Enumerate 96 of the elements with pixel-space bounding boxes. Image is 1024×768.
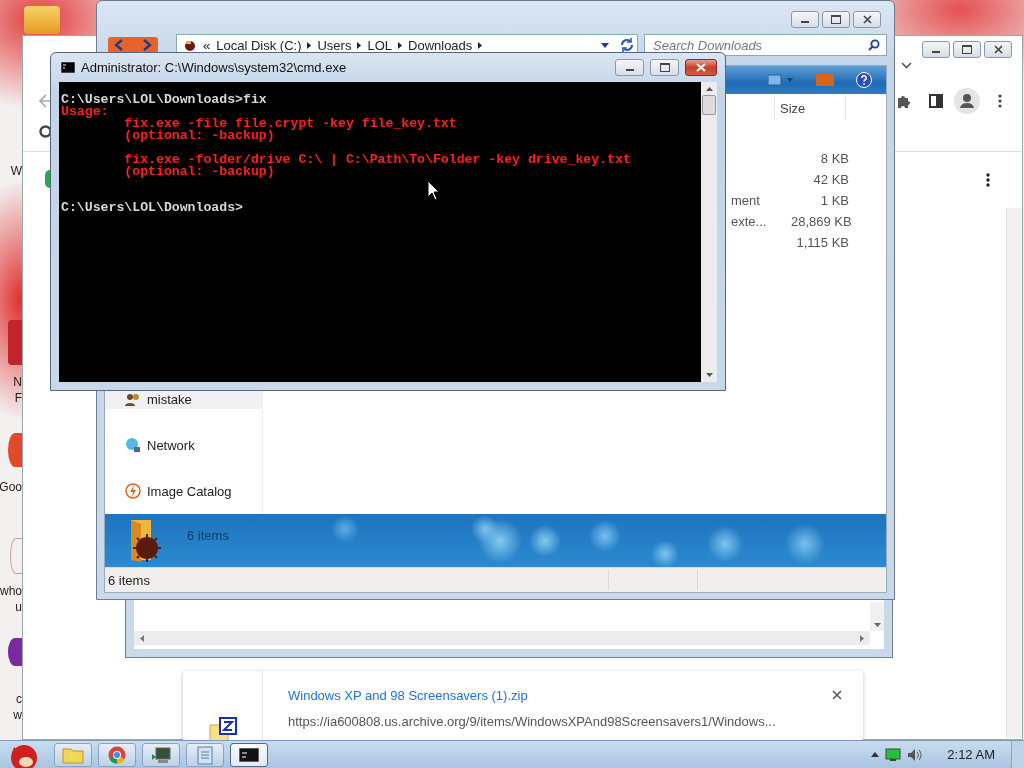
- chevron-down-icon[interactable]: [901, 62, 912, 69]
- desktop-icon-label[interactable]: Goo: [0, 480, 22, 494]
- nav-pane-item[interactable]: Image Catalog: [105, 481, 262, 501]
- close-icon[interactable]: [832, 690, 842, 700]
- scroll-down-arrow-icon[interactable]: [873, 623, 881, 627]
- clock[interactable]: 2:12 AM: [947, 747, 995, 762]
- desktop-icon[interactable]: [8, 433, 22, 467]
- chevron-right-icon[interactable]: [398, 41, 402, 49]
- close-icon: [862, 15, 872, 24]
- console-icon: [239, 747, 259, 762]
- desktop-icon-label[interactable]: who: [0, 584, 22, 598]
- vertical-scrollbar[interactable]: [870, 602, 884, 631]
- scroll-left-arrow-icon[interactable]: [140, 634, 144, 642]
- close-button[interactable]: [685, 59, 717, 76]
- desktop-icon-label[interactable]: N: [13, 375, 22, 389]
- user-icon: [125, 392, 141, 406]
- notepad-icon: [197, 744, 213, 765]
- console-line: C:\Users\LOL\Downloads>: [61, 200, 244, 215]
- download-url: https://ia600808.us.archive.org/9/items/WindowsXPAnd98Screensavers1/Windows...: [288, 714, 776, 729]
- monitor-icon[interactable]: [885, 747, 902, 762]
- column-header[interactable]: Size: [775, 97, 847, 119]
- scroll-up-arrow-icon[interactable]: [705, 87, 713, 91]
- size-cell-text: 1,115 KB: [795, 235, 849, 250]
- maximize-button[interactable]: [650, 59, 679, 76]
- chevron-right-icon[interactable]: [478, 41, 483, 49]
- size-cell-text: 1 KB: [819, 193, 849, 208]
- size-cell-text: 42 KB: [812, 172, 849, 187]
- help-icon[interactable]: [856, 72, 872, 88]
- desktop-icon-label[interactable]: w: [13, 708, 22, 722]
- folder-icon: [62, 745, 84, 764]
- type-cell-text: ment: [731, 193, 761, 208]
- search-field[interactable]: Search Downloads: [644, 34, 887, 56]
- desktop-icon-label[interactable]: F: [14, 391, 22, 405]
- desktop-icon-label[interactable]: c: [16, 692, 22, 706]
- minimize-button[interactable]: [791, 11, 819, 28]
- scroll-down-arrow-icon[interactable]: [705, 373, 713, 377]
- dropdown-arrow-icon[interactable]: [601, 42, 609, 48]
- console-line: fix.exe -folder/drive C:\ | C:\Path\To\Folder -key drive_key.txt: [123, 152, 631, 167]
- size-cell: 28,869 KB: [791, 214, 849, 229]
- close-button[interactable]: [984, 41, 1012, 58]
- puzzle-icon[interactable]: [896, 93, 912, 109]
- desktop-icon[interactable]: [8, 638, 22, 666]
- lightning-icon: [125, 483, 141, 499]
- horizontal-scrollbar[interactable]: [134, 631, 870, 645]
- size-cell-text: 8 KB: [819, 151, 849, 166]
- chevron-right-icon[interactable]: [307, 41, 312, 49]
- sidebar-icon[interactable]: [929, 94, 943, 108]
- taskbar-button[interactable]: [142, 742, 180, 767]
- item-count: 6 items: [187, 528, 229, 543]
- window-title: Administrator: C:\Windows\system32\cmd.exe: [81, 60, 347, 75]
- close-icon: [993, 45, 1003, 54]
- maximize-button[interactable]: [822, 11, 850, 28]
- globe-icon: [125, 437, 141, 453]
- console-line: Usage:: [61, 104, 109, 119]
- close-button[interactable]: [853, 11, 881, 28]
- browser-icon: [108, 745, 126, 764]
- speaker-icon[interactable]: [907, 747, 924, 762]
- scroll-right-arrow-icon[interactable]: [860, 634, 864, 642]
- scroll-thumb[interactable]: [702, 95, 716, 115]
- menu-icon[interactable]: [998, 94, 1002, 108]
- console-icon: [61, 62, 75, 73]
- profile-icon[interactable]: [954, 88, 980, 114]
- search-icon[interactable]: [868, 39, 880, 51]
- status-text: 6 items: [108, 572, 150, 588]
- breadcrumb-item[interactable]: Downloads: [408, 37, 473, 53]
- back-forward-buttons[interactable]: [108, 37, 158, 53]
- mouse-cursor-icon: [427, 180, 440, 201]
- folder-icon: [183, 38, 197, 52]
- maximize-button[interactable]: [953, 41, 981, 58]
- reload-icon[interactable]: [39, 125, 52, 138]
- more-icon[interactable]: [986, 173, 990, 187]
- chevron-right-icon[interactable]: [357, 41, 362, 49]
- breadcrumb-item[interactable]: «: [203, 37, 211, 53]
- console-line: (optional: -backup): [123, 164, 275, 179]
- type-cell-text: exte...: [731, 214, 768, 229]
- view-icon[interactable]: [768, 73, 794, 87]
- monitor-icon: [150, 745, 172, 764]
- minimize-button[interactable]: [922, 41, 950, 58]
- minimize-button[interactable]: [615, 59, 644, 76]
- taskbar-button[interactable]: [230, 742, 268, 767]
- console-line: fix.exe -file file.crypt -key file_key.txt: [123, 116, 457, 131]
- console-line: (optional: -backup): [123, 128, 275, 143]
- breadcrumb-item[interactable]: LOL: [367, 37, 392, 53]
- desktop-icon-label[interactable]: W: [10, 164, 22, 178]
- console-line: C:\Users\LOL\Downloads>fix: [61, 92, 267, 107]
- nav-pane-item[interactable]: mistake: [105, 389, 262, 409]
- download-file-link[interactable]: Windows XP and 98 Screensavers (1).zip: [288, 688, 528, 703]
- back-arrow-icon[interactable]: [39, 94, 53, 108]
- close-icon: [696, 63, 706, 72]
- site-icon[interactable]: [45, 170, 50, 188]
- show-hidden-icons-icon[interactable]: [871, 752, 880, 757]
- breadcrumb-item[interactable]: Users: [317, 37, 352, 53]
- vertical-scrollbar[interactable]: [701, 82, 717, 382]
- refresh-icon[interactable]: [619, 37, 635, 53]
- nav-pane-item[interactable]: Network: [105, 435, 262, 455]
- desktop-icon-label[interactable]: u: [15, 600, 22, 614]
